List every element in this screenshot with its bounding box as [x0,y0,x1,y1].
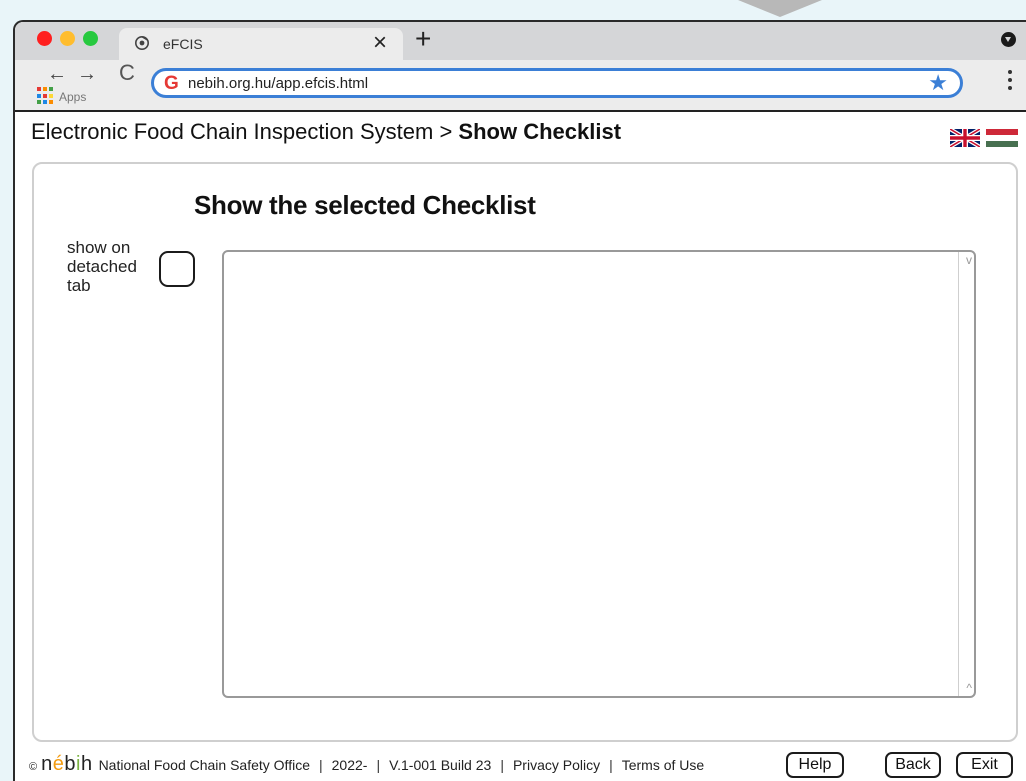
nebih-logo: nébih [41,753,93,775]
back-arrow-icon[interactable]: ← [47,64,67,84]
address-bar[interactable]: G nebih.org.hu/app.efcis.html ★ [151,68,963,98]
exit-button[interactable]: Exit [956,752,1013,778]
apps-label[interactable]: Apps [59,90,86,104]
breadcrumb-root[interactable]: Electronic Food Chain Inspection System [31,119,433,144]
footer-separator: | [318,757,323,773]
help-button[interactable]: Help [786,752,844,778]
browser-window: eFCIS × + ← → C Apps G nebih.org.hu/app.… [13,20,1026,781]
close-window-button[interactable] [37,31,52,46]
browser-toolbar: ← → C Apps G nebih.org.hu/app.efcis.html… [15,60,1026,112]
minimize-window-button[interactable] [60,31,75,46]
footer-separator: | [609,757,613,773]
language-switcher [950,129,1018,147]
back-button[interactable]: Back [885,752,941,778]
page-header: Electronic Food Chain Inspection System … [15,112,1026,158]
breadcrumb-current: Show Checklist [458,119,622,144]
footer-separator: | [376,757,381,773]
year-text: 2022- [331,757,368,773]
new-tab-icon[interactable]: + [415,24,431,54]
google-g-icon: G [164,73,179,94]
breadcrumb-separator: > [439,119,453,144]
kebab-menu-icon[interactable] [1008,70,1012,94]
page-title: Show the selected Checklist [194,190,536,220]
title-bar: eFCIS × + [15,22,1026,60]
org-name: National Food Chain Safety Office [98,757,310,773]
close-tab-icon[interactable]: × [373,29,387,57]
scrollbar[interactable]: v ^ [958,252,974,696]
footer: © nébih National Food Chain Safety Offic… [15,746,1026,781]
url-text[interactable]: nebih.org.hu/app.efcis.html [188,75,368,92]
footer-info: © nébih National Food Chain Safety Offic… [29,753,704,776]
apps-grid-icon[interactable] [37,87,55,105]
privacy-policy-link[interactable]: Privacy Policy [513,757,600,773]
footer-separator: | [500,757,504,773]
profile-menu-icon[interactable] [1001,32,1016,47]
uk-flag-icon[interactable] [950,129,980,147]
checklist-viewer[interactable]: v ^ [222,250,976,698]
detach-tab-checkbox[interactable] [159,251,195,287]
callout-pointer [738,0,822,17]
forward-arrow-icon[interactable]: → [77,64,97,84]
tab-title: eFCIS [163,36,203,52]
scroll-down-arrow-icon[interactable]: ^ [966,681,972,695]
chrome-icon [135,36,149,50]
browser-tab[interactable]: eFCIS × [119,28,403,60]
detach-label: show on detached tab [67,238,137,295]
copyright-icon: © [29,761,38,773]
bookmark-star-icon[interactable]: ★ [928,69,948,97]
terms-of-use-link[interactable]: Terms of Use [622,757,704,773]
hungary-flag-icon[interactable] [986,129,1018,147]
reload-icon[interactable]: C [119,62,135,84]
version-text: V.1-001 Build 23 [389,757,492,773]
maximize-window-button[interactable] [83,31,98,46]
main-panel: Show the selected Checklist show on deta… [32,162,1018,742]
breadcrumb: Electronic Food Chain Inspection System … [31,119,621,145]
scroll-up-arrow-icon[interactable]: v [966,253,972,267]
